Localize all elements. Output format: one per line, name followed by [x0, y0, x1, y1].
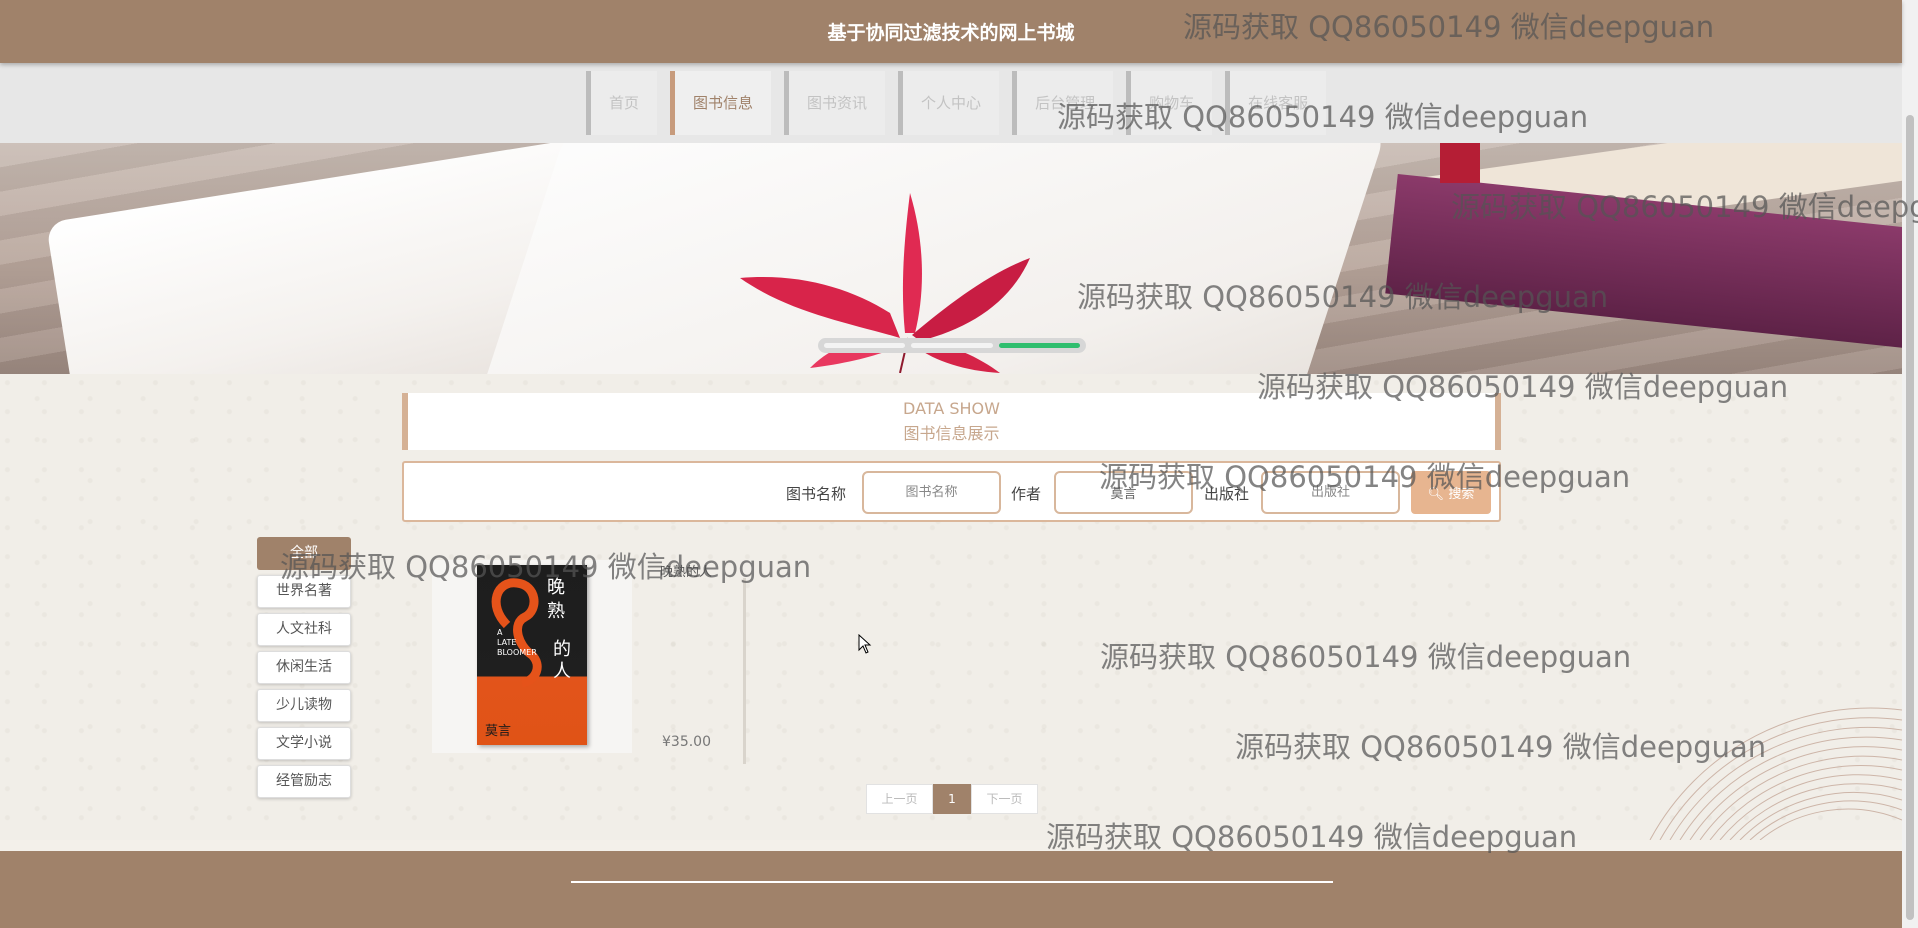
- search-icon: 🔍︎: [1427, 487, 1445, 502]
- section-title-cn: 图书信息展示: [903, 424, 1000, 443]
- publisher-input[interactable]: [1261, 471, 1400, 514]
- carousel-dot-2[interactable]: [911, 343, 993, 348]
- nav-item-news[interactable]: 图书资讯: [784, 71, 886, 135]
- cover-en-3: BLOOMER: [497, 648, 537, 657]
- site-footer: [0, 851, 1902, 928]
- category-item[interactable]: 少儿读物: [257, 689, 351, 722]
- card-divider: [743, 578, 746, 764]
- category-item[interactable]: 世界名著: [257, 575, 351, 608]
- mouse-cursor-icon: [858, 633, 872, 658]
- banner-carousel[interactable]: [0, 143, 1902, 374]
- page: 基于协同过滤技术的网上书城 首页 图书信息 图书资讯 个人中心 后台管理 购物车…: [0, 0, 1918, 928]
- category-item[interactable]: 经管励志: [257, 765, 351, 798]
- site-title: 基于协同过滤技术的网上书城: [827, 22, 1075, 44]
- author-input[interactable]: [1054, 471, 1193, 514]
- search-button[interactable]: 🔍︎ 搜索: [1411, 471, 1491, 514]
- carousel-dot-1[interactable]: [824, 343, 906, 348]
- footer-divider: [571, 881, 1333, 883]
- publisher-label: 出版社: [1204, 485, 1250, 503]
- page-number-button[interactable]: 1: [933, 784, 971, 814]
- book-name-input[interactable]: [862, 471, 1001, 514]
- page-scrollbar[interactable]: [1902, 0, 1918, 928]
- section-header: DATA SHOW 图书信息展示: [402, 393, 1501, 450]
- cover-title-4: 人: [553, 661, 571, 682]
- search-button-label: 搜索: [1448, 487, 1475, 502]
- cover-title-1: 晚: [547, 577, 565, 598]
- book-name-label: 图书名称: [786, 485, 847, 503]
- product-price: ¥35.00: [662, 734, 711, 750]
- book-cover: 晚 熟 的 人 A LATE BLOOMER 莫言: [477, 565, 587, 745]
- cover-title-3: 的: [553, 639, 571, 660]
- nav-item-books[interactable]: 图书信息: [670, 71, 772, 135]
- category-item[interactable]: 文学小说: [257, 727, 351, 760]
- category-item[interactable]: 休闲生活: [257, 651, 351, 684]
- carousel-indicator: [818, 338, 1086, 353]
- cover-title-2: 熟: [547, 601, 565, 622]
- category-item[interactable]: 人文社科: [257, 613, 351, 646]
- section-title-en: DATA SHOW: [903, 399, 1000, 418]
- next-page-button[interactable]: 下一页: [971, 784, 1038, 814]
- nav-item-profile[interactable]: 个人中心: [898, 71, 1000, 135]
- cover-en-2: LATE: [497, 638, 516, 647]
- nav-item-cart[interactable]: 购物车: [1126, 71, 1213, 135]
- cover-author: 莫言: [485, 724, 511, 739]
- nav-item-admin[interactable]: 后台管理: [1012, 71, 1114, 135]
- author-label: 作者: [1011, 485, 1042, 503]
- site-header: 基于协同过滤技术的网上书城: [0, 0, 1902, 63]
- scrollbar-thumb[interactable]: [1906, 115, 1914, 920]
- prev-page-button[interactable]: 上一页: [866, 784, 933, 814]
- product-name[interactable]: 晚熟的人: [660, 561, 712, 580]
- cover-en-1: A: [497, 628, 503, 637]
- category-all[interactable]: 全部: [257, 537, 351, 570]
- banner-bookmark-image: [1440, 143, 1480, 183]
- carousel-dot-3[interactable]: [998, 343, 1080, 348]
- main-nav: 首页 图书信息 图书资讯 个人中心 后台管理 购物车 在线客服: [0, 63, 1902, 143]
- decorative-arcs: [1640, 700, 1903, 844]
- nav-item-service[interactable]: 在线客服: [1225, 71, 1327, 135]
- nav-item-home[interactable]: 首页: [586, 71, 658, 135]
- search-form: 图书名称 作者 出版社 🔍︎ 搜索: [402, 461, 1501, 522]
- product-image[interactable]: 晚 熟 的 人 A LATE BLOOMER 莫言: [432, 560, 632, 753]
